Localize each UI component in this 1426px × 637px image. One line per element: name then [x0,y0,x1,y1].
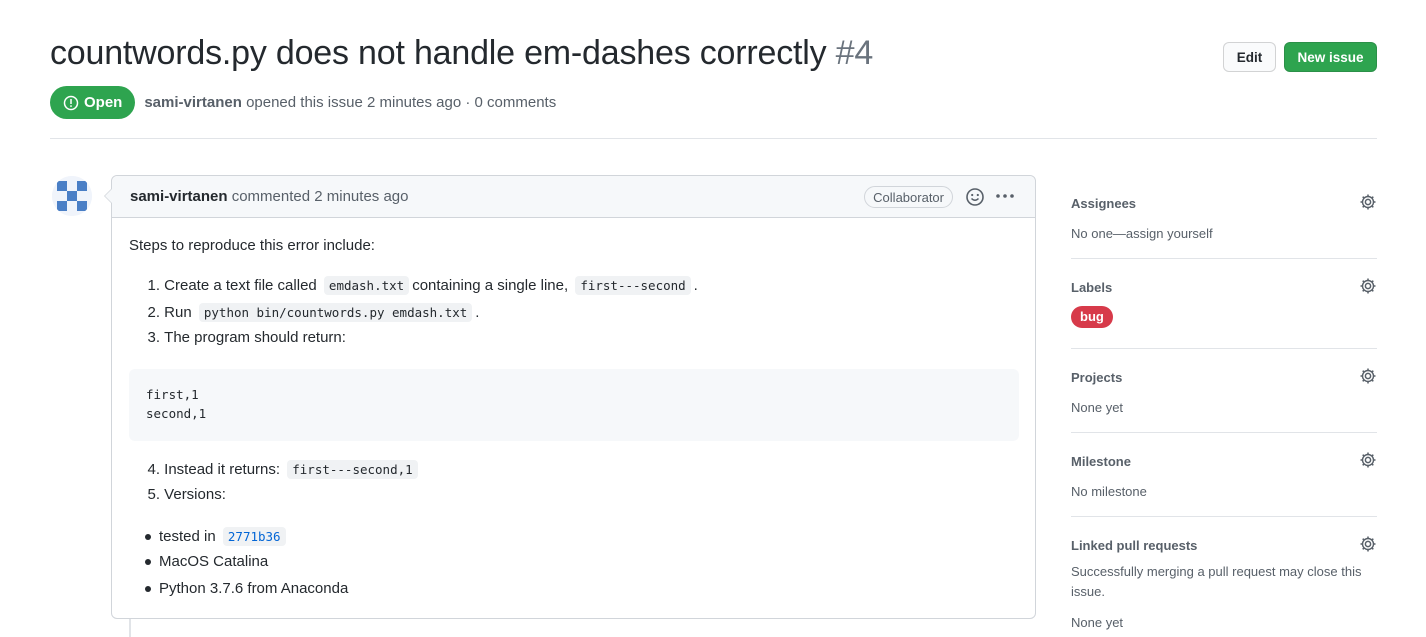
sidebar-milestone: Milestone No milestone [1071,451,1377,502]
issue-number: #4 [835,34,874,72]
sidebar-projects: Projects None yet [1071,367,1377,418]
comment-box: sami-virtanen commented 2 minutes ago Co… [104,175,1036,619]
list-text: Instead it returns: [164,461,281,478]
header-actions: Edit New issue [1223,42,1377,72]
comment-author-link[interactable]: sami-virtanen [130,188,228,205]
list-text: Run [164,304,192,321]
comment-intro: Steps to reproduce this error include: [129,237,375,254]
inline-code: first---second [575,276,691,295]
list-text: Versions: [164,486,226,503]
inline-code: python bin/countwords.py emdash.txt [198,303,473,322]
sidebar-divider [1071,516,1377,517]
projects-title[interactable]: Projects [1071,370,1377,385]
list-number: 5. [147,486,160,503]
issue-title: countwords.py does not handle em-dashes … [50,34,827,72]
sidebar-divider [1071,258,1377,259]
state-badge: Open [50,86,136,119]
gear-icon[interactable] [1359,451,1377,469]
sidebar-linked-prs: Linked pull requests Successfully mergin… [1071,535,1377,633]
avatar[interactable] [52,176,92,216]
sidebar-divider [1071,348,1377,349]
header-divider [50,138,1377,139]
gear-icon[interactable] [1359,367,1377,385]
smiley-icon[interactable] [965,187,985,207]
list-number: 1. [147,277,160,294]
list-number: 2. [147,304,160,321]
assignees-value[interactable]: No one—assign yourself [1071,224,1377,244]
meta-text: sami-virtanen opened this issue 2 minute… [144,94,556,111]
edit-button[interactable]: Edit [1223,42,1276,72]
milestone-title[interactable]: Milestone [1071,454,1377,469]
list-text: containing a single line, [412,277,569,294]
assignees-title[interactable]: Assignees [1071,196,1377,211]
labels-title[interactable]: Labels [1071,280,1377,295]
bullet-item-2: MacOS Catalina [139,553,268,570]
issue-author-link[interactable]: sami-virtanen [144,94,242,111]
commit-link[interactable]: 2771b36 [222,527,286,546]
comment-header: sami-virtanen commented 2 minutes ago Co… [112,176,1035,218]
projects-value: None yet [1071,400,1124,415]
code-line: second,1 [146,406,207,421]
code-block: first,1 second,1 [129,369,1019,441]
opened-info: opened this issue 2 minutes ago · 0 comm… [246,94,557,111]
list-text: Create a text file called [164,277,317,294]
bullet-item-3: Python 3.7.6 from Anaconda [139,580,348,597]
bullet-icon [145,533,151,540]
list-item-2: 2. Run python bin/countwords.py emdash.t… [142,303,479,322]
bullet-item-1: tested in 2771b36 [139,527,289,546]
issue-meta: Open sami-virtanen opened this issue 2 m… [50,86,556,119]
sidebar-labels: Labels bug [1071,277,1377,328]
sidebar-assignees: Assignees No one—assign yourself [1071,193,1377,244]
gear-icon[interactable] [1359,193,1377,211]
sidebar-divider [1071,432,1377,433]
collaborator-badge: Collaborator [864,186,953,208]
bullet-icon [145,585,151,592]
comment-time[interactable]: commented 2 minutes ago [232,188,409,205]
list-text: tested in [159,528,216,545]
identicon-icon [52,176,92,216]
list-text: . [475,304,480,321]
linked-prs-title[interactable]: Linked pull requests [1071,538,1377,553]
linked-prs-description: Successfully merging a pull request may … [1071,564,1362,599]
list-number: 4. [147,461,160,478]
list-text: The program should return: [164,329,346,346]
inline-code: emdash.txt [323,276,410,295]
list-item-5: 5. Versions: [142,486,226,503]
milestone-value: No milestone [1071,484,1147,499]
gear-icon[interactable] [1359,535,1377,553]
list-text: . [693,277,698,294]
state-label: Open [84,94,123,111]
new-issue-button[interactable]: New issue [1284,42,1377,72]
linked-prs-value: None yet [1071,615,1124,630]
inline-code: first---second,1 [287,460,418,479]
list-item-4: 4. Instead it returns: first---second,1 [142,460,421,479]
comment-meta: sami-virtanen commented 2 minutes ago [130,188,408,205]
list-item-1: 1. Create a text file called emdash.txt … [142,276,698,295]
kebab-horizontal-icon[interactable] [995,188,1015,204]
bullet-icon [145,558,151,565]
list-text: Python 3.7.6 from Anaconda [159,580,349,597]
list-text: MacOS Catalina [159,553,269,570]
code-line: first,1 [146,387,199,402]
timeline-line [129,618,131,637]
bug-label[interactable]: bug [1071,306,1113,328]
gear-icon[interactable] [1359,277,1377,295]
list-number: 3. [147,329,160,346]
issue-title-heading: countwords.py does not handle em-dashes … [50,34,873,73]
list-item-3: 3. The program should return: [142,329,346,346]
issue-opened-icon [63,95,79,110]
